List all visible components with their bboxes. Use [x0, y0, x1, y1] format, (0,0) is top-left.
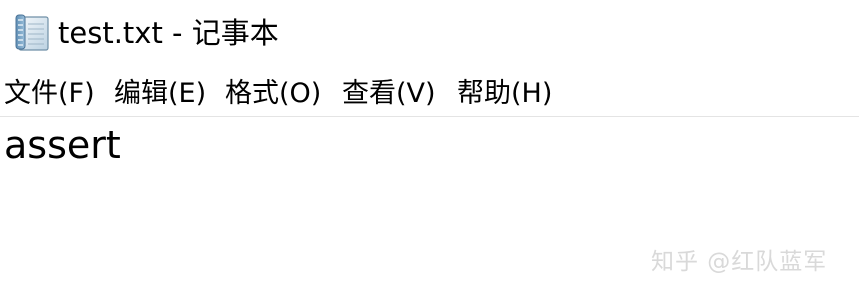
menu-help[interactable]: 帮助(H) — [457, 76, 552, 112]
window-title: test.txt - 记事本 — [58, 16, 279, 50]
menu-format[interactable]: 格式(O) — [225, 76, 321, 112]
menu-bar: 文件(F) 编辑(E) 格式(O) 查看(V) 帮助(H) — [0, 72, 859, 117]
notepad-icon — [12, 12, 52, 52]
editor-content[interactable]: assert — [4, 121, 121, 169]
notepad-window: test.txt - 记事本 文件(F) 编辑(E) 格式(O) 查看(V) 帮… — [0, 0, 859, 298]
menu-edit[interactable]: 编辑(E) — [114, 76, 206, 112]
watermark: 知乎 @红队蓝军 — [651, 249, 828, 275]
menu-file[interactable]: 文件(F) — [4, 76, 95, 112]
title-bar[interactable]: test.txt - 记事本 — [0, 0, 859, 66]
menu-view[interactable]: 查看(V) — [342, 76, 436, 112]
